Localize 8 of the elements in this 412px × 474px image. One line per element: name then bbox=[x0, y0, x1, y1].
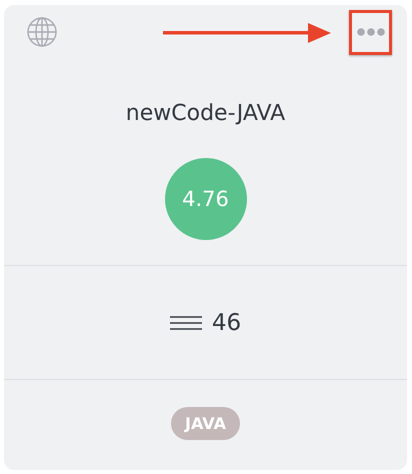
score-badge: 4.76 bbox=[164, 158, 246, 240]
globe-icon bbox=[26, 16, 58, 48]
card-title: newCode-JAVA bbox=[126, 101, 286, 126]
more-icon bbox=[357, 28, 385, 36]
count-text: 46 bbox=[212, 310, 242, 336]
highlight-frame bbox=[349, 10, 392, 55]
language-tag: JAVA bbox=[171, 406, 240, 440]
lines-icon bbox=[170, 314, 202, 330]
